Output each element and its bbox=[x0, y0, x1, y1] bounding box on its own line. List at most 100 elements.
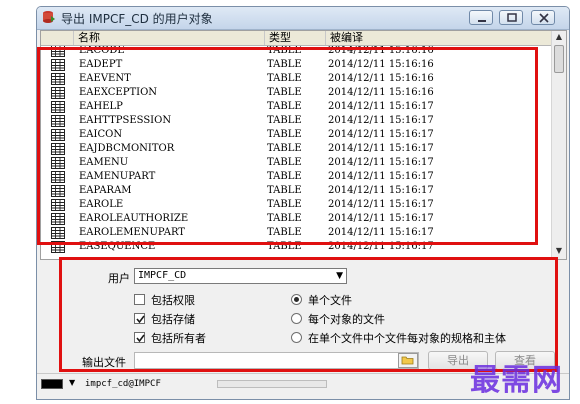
cell-type: TABLE bbox=[267, 59, 302, 70]
table-icon bbox=[51, 157, 65, 169]
include-storage-label: 包括存储 bbox=[151, 313, 195, 326]
include-privileges-label: 包括权限 bbox=[151, 294, 195, 307]
chevron-down-icon: ▼ bbox=[336, 271, 343, 281]
chevron-down-icon[interactable]: ▼ bbox=[69, 378, 75, 387]
table-row[interactable]: EAJDBCMONITOR TABLE 2014/12/11 15:16:17 bbox=[41, 142, 551, 156]
table-icon bbox=[51, 143, 65, 155]
cell-type: TABLE bbox=[267, 199, 302, 210]
maximize-button[interactable] bbox=[499, 10, 523, 25]
single-file-radio[interactable] bbox=[291, 294, 302, 305]
minimize-button[interactable] bbox=[469, 10, 493, 25]
cell-type: TABLE bbox=[267, 101, 302, 112]
table-row[interactable]: EAEXCEPTION TABLE 2014/12/11 15:16:16 bbox=[41, 86, 551, 100]
scroll-down-icon[interactable]: ▼ bbox=[552, 245, 566, 257]
cell-type: TABLE bbox=[267, 241, 302, 252]
table-icon bbox=[51, 185, 65, 197]
table-icon bbox=[51, 213, 65, 225]
cell-compiled: 2014/12/11 15:16:17 bbox=[328, 199, 434, 210]
cell-type: TABLE bbox=[267, 227, 302, 238]
column-header-type[interactable]: 类型 bbox=[264, 31, 325, 45]
cell-name: EAMENUPART bbox=[79, 171, 156, 182]
cell-compiled: 2014/12/11 15:16:17 bbox=[328, 101, 434, 112]
table-row[interactable]: EAHTTPSESSION TABLE 2014/12/11 15:16:17 bbox=[41, 114, 551, 128]
cell-compiled: 2014/12/11 15:16:16 bbox=[328, 87, 434, 98]
cell-compiled: 2014/12/11 15:16:17 bbox=[328, 157, 434, 168]
cell-name: EAROLEAUTHORIZE bbox=[79, 213, 189, 224]
output-file-label: 输出文件 bbox=[82, 356, 126, 369]
window-title: 导出 IMPCF_CD 的用户对象 bbox=[61, 12, 213, 26]
connection-status: impcf_cd@IMPCF bbox=[85, 379, 161, 389]
cell-compiled: 2014/12/11 15:16:17 bbox=[328, 115, 434, 126]
icon-column-header bbox=[41, 31, 73, 45]
table-row[interactable]: EASEQUENCE TABLE 2014/12/11 15:16:17 bbox=[41, 240, 551, 254]
cell-type: TABLE bbox=[267, 185, 302, 196]
file-per-object-label: 每个对象的文件 bbox=[308, 313, 385, 326]
include-privileges-checkbox[interactable] bbox=[134, 294, 145, 305]
progress-bar bbox=[217, 380, 327, 388]
cell-name: EAHELP bbox=[79, 101, 123, 112]
table-row[interactable]: EAMENUPART TABLE 2014/12/11 15:16:17 bbox=[41, 170, 551, 184]
table-row[interactable]: EAPARAM TABLE 2014/12/11 15:16:17 bbox=[41, 184, 551, 198]
cell-compiled: 2014/12/11 15:16:16 bbox=[328, 46, 434, 56]
table-icon bbox=[51, 171, 65, 183]
scroll-thumb[interactable] bbox=[554, 45, 564, 73]
table-header: 名称 类型 被编译 bbox=[41, 31, 551, 46]
cell-compiled: 2014/12/11 15:16:16 bbox=[328, 73, 434, 84]
cell-name: EAEVENT bbox=[79, 73, 131, 84]
title-bar: 导出 IMPCF_CD 的用户对象 bbox=[37, 7, 569, 30]
user-label: 用户 bbox=[108, 272, 130, 285]
cell-name: EAMENU bbox=[79, 157, 129, 168]
cell-compiled: 2014/12/11 15:16:17 bbox=[328, 241, 434, 252]
cell-name: EAROLEMENUPART bbox=[79, 227, 185, 238]
column-header-name[interactable]: 名称 bbox=[73, 31, 264, 45]
database-export-icon bbox=[43, 11, 55, 23]
cell-compiled: 2014/12/11 15:16:17 bbox=[328, 129, 434, 140]
spec-and-body-radio[interactable] bbox=[291, 332, 302, 343]
table-row[interactable]: EAROLE TABLE 2014/12/11 15:16:17 bbox=[41, 198, 551, 212]
cell-compiled: 2014/12/11 15:16:17 bbox=[328, 171, 434, 182]
color-swatch bbox=[41, 379, 63, 389]
output-file-input[interactable] bbox=[134, 352, 419, 369]
minimize-icon bbox=[478, 20, 486, 22]
include-storage-checkbox[interactable] bbox=[134, 313, 145, 324]
cell-type: TABLE bbox=[267, 129, 302, 140]
radio-selected-dot bbox=[294, 297, 299, 302]
table-body: EACODE TABLE 2014/12/11 15:16:16 EADEPT TABL… bbox=[41, 46, 551, 259]
include-owner-checkbox[interactable] bbox=[134, 332, 145, 343]
folder-open-icon[interactable] bbox=[398, 353, 418, 368]
spec-and-body-label: 在单个文件中个文件每对象的规格和主体 bbox=[308, 332, 506, 345]
close-button[interactable] bbox=[531, 10, 555, 25]
export-user-objects-window: 导出 IMPCF_CD 的用户对象 名称 类型 被编译 EACODE TABLE 2… bbox=[36, 6, 570, 400]
table-row[interactable]: EAROLEAUTHORIZE TABLE 2014/12/11 15:16:17 bbox=[41, 212, 551, 226]
column-header-compiled[interactable]: 被编译 bbox=[325, 31, 551, 45]
cell-type: TABLE bbox=[267, 171, 302, 182]
cell-name: EAROLE bbox=[79, 199, 124, 210]
cell-name: EAICON bbox=[79, 129, 123, 140]
table-row[interactable]: EAICON TABLE 2014/12/11 15:16:17 bbox=[41, 128, 551, 142]
table-icon bbox=[51, 59, 65, 71]
table-row[interactable]: EACODE TABLE 2014/12/11 15:16:16 bbox=[41, 46, 551, 58]
single-file-label: 单个文件 bbox=[308, 294, 352, 307]
checkmark-icon bbox=[136, 315, 145, 324]
file-per-object-radio[interactable] bbox=[291, 313, 302, 324]
table-row[interactable]: EAHELP TABLE 2014/12/11 15:16:17 bbox=[41, 100, 551, 114]
cell-type: TABLE bbox=[267, 73, 302, 84]
table-row[interactable]: EAMENU TABLE 2014/12/11 15:16:17 bbox=[41, 156, 551, 170]
objects-table[interactable]: 名称 类型 被编译 EACODE TABLE 2014/12/11 15:16:16… bbox=[40, 30, 567, 260]
table-row[interactable]: EAROLEMENUPART TABLE 2014/12/11 15:16:17 bbox=[41, 226, 551, 240]
include-owner-label: 包括所有者 bbox=[151, 332, 206, 345]
table-row[interactable]: EAEVENT TABLE 2014/12/11 15:16:16 bbox=[41, 72, 551, 86]
cell-compiled: 2014/12/11 15:16:17 bbox=[328, 185, 434, 196]
cell-compiled: 2014/12/11 15:16:16 bbox=[328, 59, 434, 70]
user-select[interactable]: IMPCF_CD ▼ bbox=[134, 268, 347, 284]
scroll-up-icon[interactable]: ▲ bbox=[552, 31, 566, 43]
table-row[interactable]: EADEPT TABLE 2014/12/11 15:16:16 bbox=[41, 58, 551, 72]
cell-name: EAHTTPSESSION bbox=[79, 115, 172, 126]
cell-type: TABLE bbox=[267, 115, 302, 126]
cell-name: EADEPT bbox=[79, 59, 123, 70]
maximize-icon bbox=[507, 13, 517, 22]
cell-name: EASEQUENCE bbox=[79, 241, 156, 252]
table-icon bbox=[51, 46, 65, 57]
cell-name: EAJDBCMONITOR bbox=[79, 143, 175, 154]
vertical-scrollbar[interactable]: ▲ ▼ bbox=[551, 31, 566, 259]
